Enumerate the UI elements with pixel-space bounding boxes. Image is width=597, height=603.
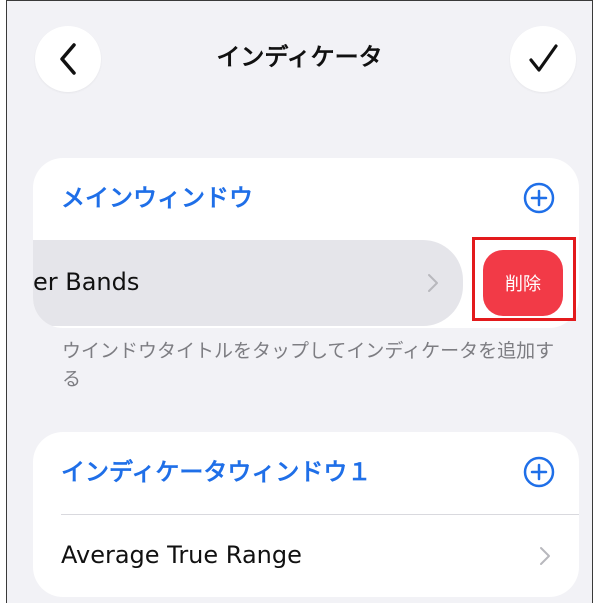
main-window-header: メインウィンドウ (33, 158, 579, 238)
indicator-row[interactable]: Average True Range (33, 515, 579, 597)
phone-screen: インディケータ メインウィンドウ er Bands 削除 ウインドウタイトルをタ… (6, 0, 593, 603)
done-button[interactable] (510, 26, 576, 92)
plus-circle-icon[interactable] (523, 182, 555, 214)
page-title: インディケータ (216, 43, 383, 71)
indicator-window-header: インディケータウィンドウ１ (33, 432, 579, 512)
indicator-window-title[interactable]: インディケータウィンドウ１ (61, 454, 371, 490)
indicator-row-label: Average True Range (61, 541, 302, 569)
footnote-text: ウインドウタイトルをタップしてインディケータを追加する (62, 340, 555, 390)
indicator-row-swiped[interactable]: er Bands (33, 240, 463, 326)
plus-circle-icon[interactable] (523, 456, 555, 488)
delete-highlight-box (472, 237, 576, 321)
main-window-title[interactable]: メインウィンドウ (61, 180, 253, 216)
checkmark-icon (529, 44, 558, 72)
chevron-right-icon (540, 547, 550, 565)
indicator-window-card: インディケータウィンドウ１ Average True Range (33, 432, 579, 597)
chevron-right-icon (428, 274, 438, 292)
indicator-row-label: er Bands (33, 268, 140, 296)
